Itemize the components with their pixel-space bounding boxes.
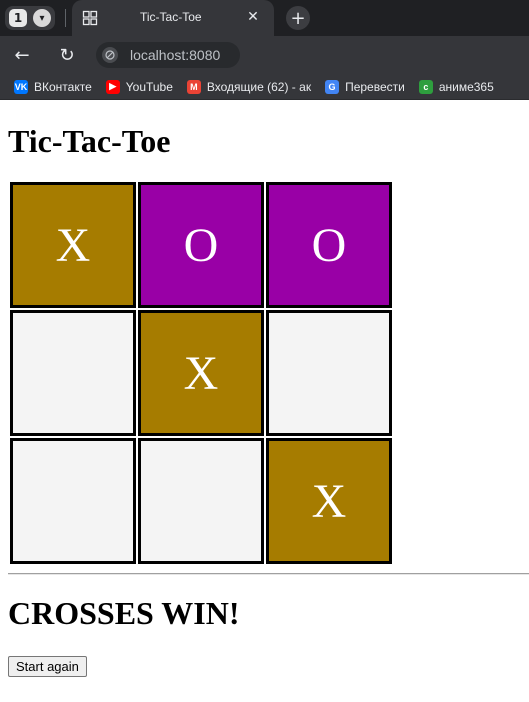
board-cell[interactable]: [10, 438, 136, 564]
reload-icon[interactable]: ↻: [55, 43, 79, 67]
game-status: CROSSES WIN!: [8, 595, 240, 631]
tab-count-badge: 1: [9, 9, 27, 27]
board-cell[interactable]: [138, 438, 264, 564]
youtube-icon: ▶: [105, 79, 120, 94]
chevron-down-icon: ▾: [33, 9, 51, 27]
board-cell[interactable]: O: [266, 182, 392, 308]
bookmark-item[interactable]: c аниме365: [418, 79, 494, 94]
bookmark-item[interactable]: VK ВКонтакте: [14, 79, 92, 94]
tab-separator: [65, 9, 66, 27]
start-again-button[interactable]: Start again: [8, 656, 87, 677]
close-icon[interactable]: ✕: [244, 8, 262, 26]
translate-icon: G: [325, 79, 340, 94]
url-text: localhost:8080: [130, 47, 221, 63]
site-info-icon[interactable]: [102, 47, 118, 63]
board-cell[interactable]: [266, 310, 392, 436]
bookmark-item[interactable]: ▶ YouTube: [105, 79, 173, 94]
address-bar[interactable]: localhost:8080: [96, 42, 240, 68]
board-cell[interactable]: X: [138, 310, 264, 436]
bookmarks-bar: VK ВКонтакте ▶ YouTube M Входящие (62) - ак G П…: [0, 74, 529, 100]
bookmark-label: Перевести: [345, 79, 405, 94]
bookmark-item[interactable]: M Входящие (62) - ак: [186, 79, 312, 94]
board-cell[interactable]: [10, 310, 136, 436]
bookmark-item[interactable]: G Перевести: [325, 79, 405, 94]
bookmark-label: Входящие (62) - ак: [206, 79, 312, 94]
browser-tab-strip: 1 ▾ Tic-Tac-Toe ✕ +: [0, 0, 529, 36]
anime365-icon: c: [418, 79, 433, 94]
back-arrow-icon[interactable]: ←: [10, 43, 34, 67]
dashboard-icon: [82, 10, 98, 26]
board-cell[interactable]: O: [138, 182, 264, 308]
board-cell[interactable]: X: [266, 438, 392, 564]
tab-title: Tic-Tac-Toe: [140, 10, 202, 24]
board-cell[interactable]: X: [10, 182, 136, 308]
game-board: XOOXX: [9, 181, 393, 565]
divider: [8, 573, 529, 575]
page-title: Tic-Tac-Toe: [8, 123, 171, 159]
gmail-icon: M: [186, 79, 201, 94]
bookmark-label: аниме365: [438, 79, 494, 94]
new-tab-button[interactable]: +: [286, 6, 310, 30]
vk-icon: VK: [14, 79, 28, 94]
bookmark-label: YouTube: [125, 79, 173, 94]
active-tab[interactable]: Tic-Tac-Toe ✕: [72, 0, 274, 36]
tab-search-button[interactable]: 1 ▾: [5, 6, 55, 30]
bookmark-label: ВКонтакте: [34, 79, 92, 94]
browser-toolbar: ← ↻ localhost:8080: [0, 36, 529, 74]
